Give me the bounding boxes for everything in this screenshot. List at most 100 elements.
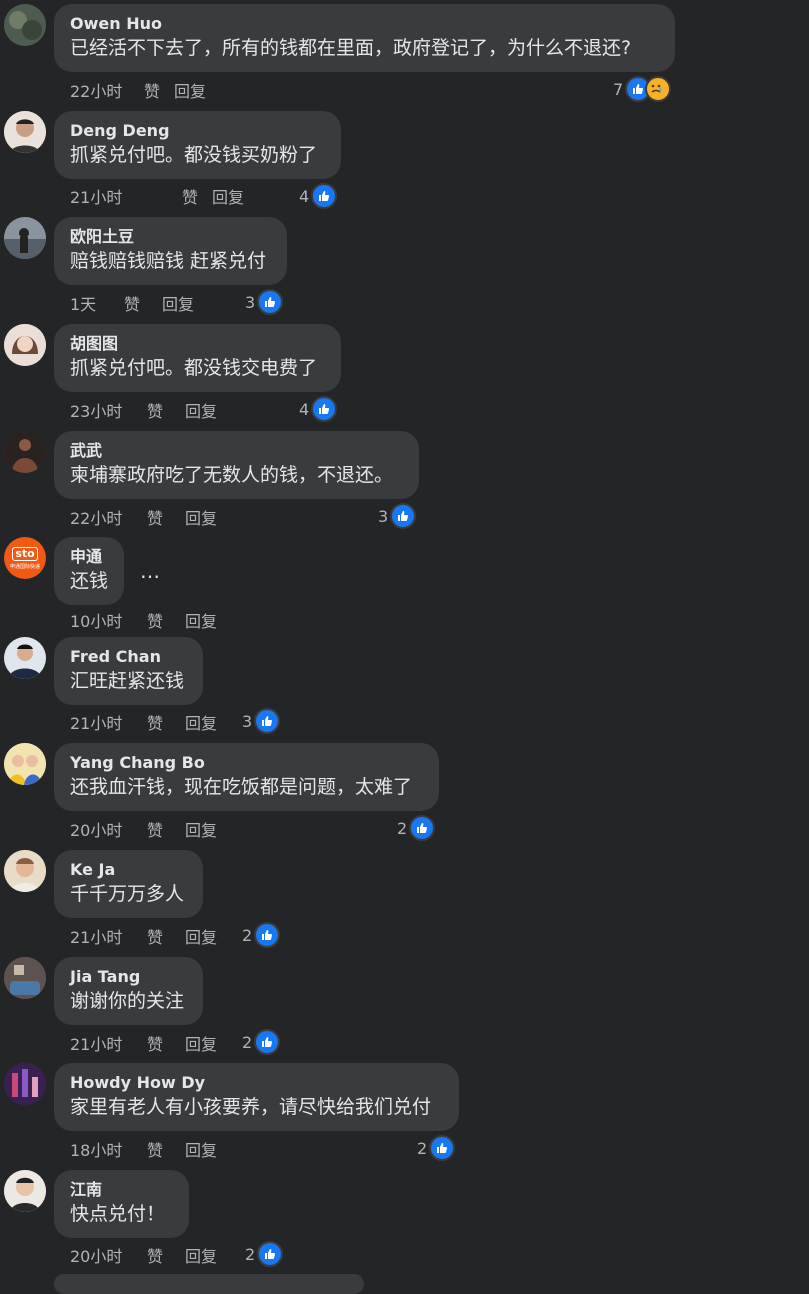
comment-meta: 20小时 赞 回复 (70, 1243, 217, 1267)
commenter-name[interactable]: Ke Ja (70, 860, 187, 880)
comment-bubble: Owen Huo 已经活不下去了，所有的钱都在里面，政府登记了，为什么不退还? (54, 4, 675, 72)
reply-button[interactable]: 回复 (185, 505, 217, 529)
timestamp[interactable]: 21小时 (70, 924, 147, 948)
commenter-name[interactable]: 申通 (70, 547, 108, 567)
reply-button[interactable]: 回复 (185, 817, 217, 841)
reply-button[interactable]: 回复 (185, 398, 217, 422)
reaction-summary[interactable]: 2 (245, 1241, 284, 1267)
avatar[interactable] (4, 957, 46, 999)
reaction-summary[interactable]: 3 (245, 289, 284, 315)
avatar[interactable] (4, 850, 46, 892)
commenter-name[interactable]: Yang Chang Bo (70, 753, 423, 773)
comment-meta: 1天 赞 回复 (70, 291, 194, 315)
reaction-summary[interactable]: 7 (613, 76, 672, 102)
thumbs-up-icon (311, 396, 338, 422)
comment-meta: 21小时 赞 回复 (70, 184, 244, 208)
commenter-name[interactable]: 江南 (70, 1180, 173, 1200)
reaction-count: 4 (299, 399, 310, 419)
avatar-photo-icon (4, 743, 46, 785)
reply-button[interactable]: 回复 (185, 1031, 217, 1055)
like-button[interactable]: 赞 (147, 1243, 185, 1267)
reaction-summary[interactable]: 2 (417, 1135, 456, 1161)
like-button[interactable]: 赞 (147, 817, 185, 841)
reply-button[interactable]: 回复 (185, 608, 217, 632)
avatar[interactable] (4, 1063, 46, 1105)
reaction-summary[interactable]: 3 (378, 503, 417, 529)
commenter-name[interactable]: Owen Huo (70, 14, 659, 34)
reply-button[interactable]: 回复 (162, 291, 194, 315)
like-button[interactable]: 赞 (182, 184, 212, 208)
timestamp[interactable]: 10小时 (70, 608, 147, 632)
avatar-photo-icon (4, 1063, 46, 1105)
timestamp[interactable]: 21小时 (70, 184, 182, 208)
timestamp[interactable]: 1天 (70, 291, 124, 315)
timestamp[interactable]: 20小时 (70, 817, 147, 841)
comment-bubble: Ke Ja 千千万万多人 (54, 850, 203, 918)
more-options-icon[interactable]: … (140, 559, 161, 583)
reaction-summary[interactable]: 4 (299, 183, 338, 209)
like-button[interactable]: 赞 (147, 505, 185, 529)
like-button[interactable]: 赞 (147, 1031, 185, 1055)
comment-bubble: 欧阳土豆 赔钱赔钱赔钱 赶紧兑付 (54, 217, 287, 285)
reply-button[interactable]: 回复 (185, 1137, 217, 1161)
reaction-count: 4 (299, 186, 310, 206)
comment-bubble: Deng Deng 抓紧兑付吧。都没钱买奶粉了 (54, 111, 341, 179)
thumbs-up-icon (390, 503, 417, 529)
reaction-count: 2 (242, 1032, 253, 1052)
commenter-name[interactable]: Jia Tang (70, 967, 187, 987)
reply-button[interactable]: 回复 (174, 78, 206, 102)
reaction-summary[interactable]: 4 (299, 396, 338, 422)
timestamp[interactable]: 22小时 (70, 505, 147, 529)
timestamp[interactable]: 20小时 (70, 1243, 147, 1267)
sad-face-icon (645, 76, 672, 102)
thumbs-up-icon (257, 1241, 284, 1267)
reply-button[interactable]: 回复 (185, 710, 217, 734)
comment-text: 千千万万多人 (70, 883, 185, 905)
comment-text: 柬埔寨政府吃了无数人的钱，不退还。 (70, 464, 394, 486)
avatar[interactable] (4, 743, 46, 785)
avatar[interactable] (4, 431, 46, 473)
like-button[interactable]: 赞 (147, 398, 185, 422)
comment-meta: 10小时 赞 回复 (70, 608, 217, 632)
like-button[interactable]: 赞 (144, 78, 174, 102)
timestamp[interactable]: 21小时 (70, 710, 147, 734)
comment-text: 还钱 (70, 570, 109, 592)
reply-button[interactable]: 回复 (185, 1243, 217, 1267)
commenter-name[interactable]: 武武 (70, 441, 403, 461)
reaction-count: 2 (397, 818, 408, 838)
commenter-name[interactable]: Fred Chan (70, 647, 187, 667)
reaction-count: 3 (378, 506, 389, 526)
avatar-photo-icon (4, 850, 46, 892)
avatar[interactable] (4, 4, 46, 46)
like-button[interactable]: 赞 (147, 924, 185, 948)
timestamp[interactable]: 22小时 (70, 78, 144, 102)
comment-bubble: 江南 快点兑付！ (54, 1170, 189, 1238)
avatar[interactable] (4, 324, 46, 366)
like-button[interactable]: 赞 (147, 1137, 185, 1161)
like-button[interactable]: 赞 (147, 608, 185, 632)
commenter-name[interactable]: Deng Deng (70, 121, 325, 141)
thumbs-up-icon (409, 815, 436, 841)
reaction-count: 3 (245, 292, 256, 312)
timestamp[interactable]: 21小时 (70, 1031, 147, 1055)
like-button[interactable]: 赞 (147, 710, 185, 734)
reaction-summary[interactable]: 2 (242, 922, 281, 948)
reply-button[interactable]: 回复 (212, 184, 244, 208)
commenter-name[interactable]: 欧阳土豆 (70, 227, 271, 247)
comment-text: 抓紧兑付吧。都没钱交电费了 (70, 357, 318, 379)
timestamp[interactable]: 18小时 (70, 1137, 147, 1161)
reaction-summary[interactable]: 2 (242, 1029, 281, 1055)
avatar[interactable]: sto 申通国际快递 (4, 537, 46, 579)
avatar[interactable] (4, 217, 46, 259)
reply-button[interactable]: 回复 (185, 924, 217, 948)
commenter-name[interactable]: 胡图图 (70, 334, 325, 354)
reaction-summary[interactable]: 2 (397, 815, 436, 841)
like-button[interactable]: 赞 (124, 291, 162, 315)
reaction-summary[interactable]: 3 (242, 708, 281, 734)
reaction-count: 2 (245, 1244, 256, 1264)
commenter-name[interactable]: Howdy How Dy (70, 1073, 443, 1093)
timestamp[interactable]: 23小时 (70, 398, 147, 422)
avatar[interactable] (4, 1170, 46, 1212)
avatar[interactable] (4, 637, 46, 679)
avatar[interactable] (4, 111, 46, 153)
